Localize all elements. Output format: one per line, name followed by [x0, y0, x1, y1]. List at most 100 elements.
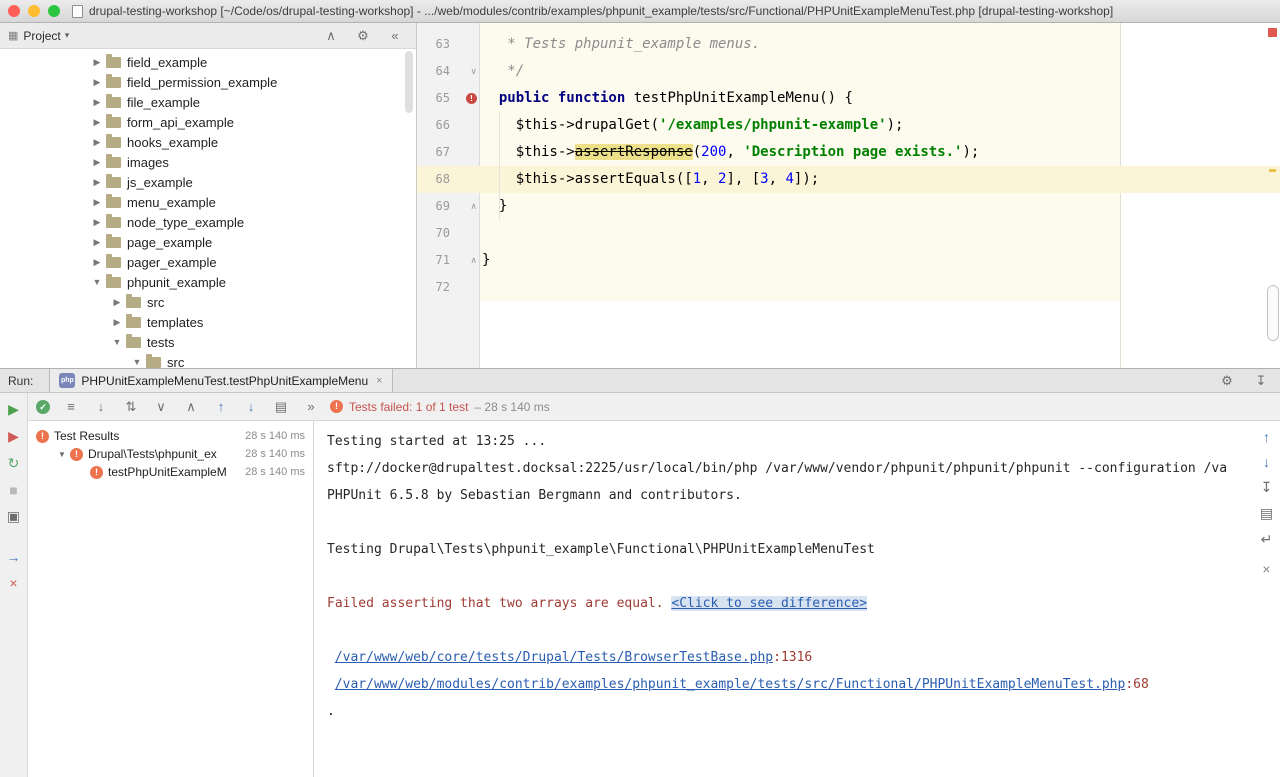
code-line[interactable]: 63 * Tests phpunit_example menus. — [417, 31, 1280, 58]
scroll-to-end-button[interactable]: ↧ — [1258, 479, 1276, 496]
stacktrace-link-browsertestbase[interactable]: /var/www/web/core/tests/Drupal/Tests/Bro… — [335, 650, 773, 665]
tree-item[interactable]: ▶field_example — [0, 52, 416, 72]
clear-console-button[interactable]: × — [1258, 561, 1276, 577]
project-tree-scrollbar[interactable] — [405, 51, 413, 113]
test-tree-item[interactable]: ▼!Drupal\Tests\phpunit_ex28 s 140 ms — [28, 445, 313, 463]
line-number[interactable]: 68 — [417, 166, 455, 193]
line-number[interactable]: 67 — [417, 139, 455, 166]
stacktrace-link-menutest[interactable]: /var/www/web/modules/contrib/examples/ph… — [335, 677, 1126, 692]
zoom-window-button[interactable] — [48, 5, 60, 17]
code-text[interactable]: $this->drupalGet('/examples/phpunit-exam… — [480, 112, 1280, 139]
code-text[interactable]: $this->assertEquals([1, 2], [3, 4]); — [480, 166, 1280, 193]
code-editor[interactable]: 63 * Tests phpunit_example menus.64∨ */6… — [417, 23, 1280, 368]
collapse-all-button[interactable]: ∧ — [182, 399, 200, 415]
code-line[interactable]: 72 — [417, 274, 1280, 301]
sort-alphabetically-button[interactable]: ⇅ — [122, 399, 140, 415]
code-line[interactable]: 68 $this->assertEquals([1, 2], [3, 4]); — [417, 166, 1280, 193]
close-window-button[interactable] — [8, 5, 20, 17]
line-number[interactable]: 65 — [417, 85, 455, 112]
code-text[interactable] — [480, 274, 1280, 301]
hide-panel-button[interactable]: « — [386, 28, 404, 43]
code-text[interactable]: $this->assertResponse(200, 'Description … — [480, 139, 1280, 166]
line-number[interactable]: 63 — [417, 31, 455, 58]
down-stack-trace-button[interactable]: ↓ — [1258, 454, 1276, 470]
previous-failed-test-button[interactable]: ↑ — [212, 399, 230, 414]
tree-item[interactable]: ▶form_api_example — [0, 112, 416, 132]
more-options-chevron[interactable]: » — [302, 399, 320, 414]
fold-marker-icon[interactable]: ∧ — [470, 201, 477, 212]
code-text[interactable]: public function testPhpUnitExampleMenu()… — [480, 85, 1280, 112]
line-number[interactable]: 69 — [417, 193, 455, 220]
code-line[interactable]: 66 $this->drupalGet('/examples/phpunit-e… — [417, 112, 1280, 139]
fold-marker-icon[interactable]: ∧ — [470, 255, 477, 266]
up-stack-trace-button[interactable]: ↑ — [1258, 429, 1276, 445]
tree-item[interactable]: ▼tests — [0, 332, 416, 352]
code-line[interactable]: 70 — [417, 220, 1280, 247]
tree-item[interactable]: ▶templates — [0, 312, 416, 332]
error-stripe-mark[interactable] — [1268, 28, 1277, 37]
hide-panel-button[interactable]: ↧ — [1252, 373, 1270, 389]
tree-item[interactable]: ▶js_example — [0, 172, 416, 192]
line-number[interactable]: 70 — [417, 220, 455, 247]
tree-item-label: hooks_example — [127, 135, 218, 150]
failed-test-run-icon[interactable]: ! — [466, 93, 477, 104]
project-view-selector[interactable]: Project — [23, 29, 60, 43]
code-line[interactable]: 67 $this->assertResponse(200, 'Descripti… — [417, 139, 1280, 166]
line-number[interactable]: 72 — [417, 274, 455, 301]
expand-all-button[interactable]: ∨ — [152, 399, 170, 415]
code-text[interactable]: } — [480, 247, 1280, 274]
code-line[interactable]: 69 ∧ } — [417, 193, 1280, 220]
tree-item[interactable]: ▶menu_example — [0, 192, 416, 212]
minimize-window-button[interactable] — [28, 5, 40, 17]
fold-marker-icon[interactable]: ∨ — [470, 66, 477, 77]
close-button[interactable]: × — [5, 575, 23, 591]
console-output[interactable]: Testing started at 13:25 ...sftp://docke… — [314, 421, 1280, 777]
test-tree-item[interactable]: !Test Results28 s 140 ms — [28, 427, 313, 445]
toggle-auto-test-button[interactable]: ↻ — [5, 455, 23, 472]
code-text[interactable]: * Tests phpunit_example menus. — [480, 31, 1280, 58]
show-passed-button[interactable]: ✓ — [36, 400, 50, 414]
tree-item[interactable]: ▶pager_example — [0, 252, 416, 272]
click-to-see-difference-link[interactable]: <Click to see difference> — [671, 596, 867, 611]
tree-item[interactable]: ▶src — [0, 292, 416, 312]
tree-item[interactable]: ▶node_type_example — [0, 212, 416, 232]
collapse-all-button[interactable]: ∧ — [322, 28, 340, 44]
rerun-failed-tests-button[interactable]: ▶ — [5, 428, 23, 445]
close-tab-icon[interactable]: × — [376, 375, 382, 387]
window-title: drupal-testing-workshop [~/Code/os/drupa… — [89, 4, 1113, 18]
stop-button[interactable]: ■ — [5, 482, 23, 498]
settings-gear-button[interactable]: ⚙ — [1218, 373, 1236, 389]
soft-wrap-button[interactable]: ↵ — [1258, 531, 1276, 548]
code-line[interactable]: 64 ∨ */ — [417, 58, 1280, 85]
tree-item[interactable]: ▶field_permission_example — [0, 72, 416, 92]
run-configuration-tab[interactable]: php PHPUnitExampleMenuTest.testPhpUnitEx… — [49, 369, 392, 392]
code-line[interactable]: 71 ∧} — [417, 247, 1280, 274]
code-text[interactable] — [480, 220, 1280, 247]
code-text[interactable]: */ — [480, 58, 1280, 85]
tree-item[interactable]: ▶file_example — [0, 92, 416, 112]
console-text: Testing started at 13:25 ... — [327, 434, 546, 449]
line-number[interactable]: 71 — [417, 247, 455, 274]
scroll-to-stack-trace-button[interactable]: → — [5, 549, 23, 565]
restore-layout-button[interactable]: ▣ — [5, 508, 23, 525]
folder-icon — [106, 277, 121, 288]
warning-stripe-mark[interactable] — [1269, 169, 1276, 172]
show-ignored-button[interactable]: ≡ — [62, 399, 80, 414]
next-failed-test-button[interactable]: ↓ — [242, 399, 260, 414]
import-test-results-button[interactable]: ▤ — [272, 399, 290, 415]
tree-item[interactable]: ▶page_example — [0, 232, 416, 252]
line-number[interactable]: 66 — [417, 112, 455, 139]
tree-item[interactable]: ▼src — [0, 352, 416, 368]
test-tree-item[interactable]: !testPhpUnitExampleM28 s 140 ms — [28, 463, 313, 481]
line-number[interactable]: 64 — [417, 58, 455, 85]
code-text[interactable]: } — [480, 193, 1280, 220]
sort-by-duration-button[interactable]: ↓ — [92, 399, 110, 414]
editor-scrollbar[interactable] — [1267, 285, 1279, 341]
settings-gear-button[interactable]: ⚙ — [354, 28, 372, 44]
tree-item[interactable]: ▼phpunit_example — [0, 272, 416, 292]
rerun-button[interactable]: ▶ — [5, 401, 23, 418]
print-console-button[interactable]: ▤ — [1258, 505, 1276, 522]
tree-item[interactable]: ▶images — [0, 152, 416, 172]
tree-item[interactable]: ▶hooks_example — [0, 132, 416, 152]
code-line[interactable]: 65! public function testPhpUnitExampleMe… — [417, 85, 1280, 112]
